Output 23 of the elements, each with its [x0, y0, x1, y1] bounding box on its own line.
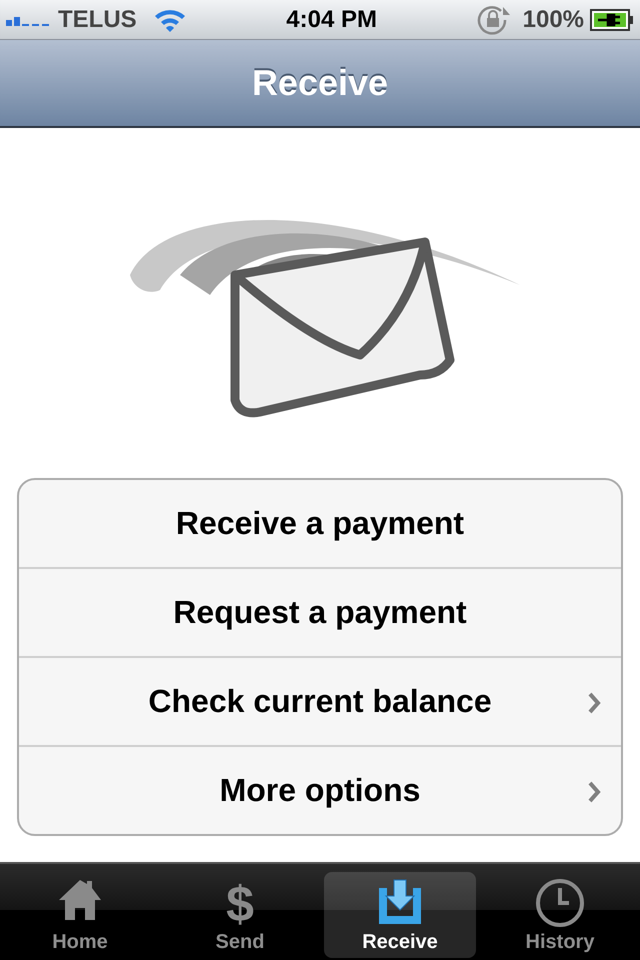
clock-time: 4:04 PM [286, 6, 377, 34]
tab-bar-item[interactable]: Receive [324, 872, 476, 958]
battery-charging-icon [590, 8, 634, 30]
menu-row[interactable]: More options [19, 747, 621, 834]
dollar-icon: $ [226, 878, 254, 930]
tab-bar-item[interactable]: Home [4, 872, 156, 958]
tab-bar-item[interactable]: $ Send [164, 872, 316, 958]
battery-percent: 100% [522, 6, 584, 34]
tab-label: Send [216, 931, 264, 954]
wifi-icon [152, 8, 187, 32]
nav-title: Receive [252, 62, 388, 104]
menu-row[interactable]: Check current balance [19, 658, 621, 747]
home-icon [57, 878, 103, 922]
rotation-lock-icon [476, 4, 511, 34]
clock-icon [535, 878, 585, 928]
tab-bar-item[interactable]: History [484, 872, 636, 958]
menu-row[interactable]: Request a payment [19, 569, 621, 658]
carrier-name: TELUS [58, 6, 137, 34]
tab-label: History [526, 931, 594, 954]
inbox-download-icon [377, 878, 423, 926]
menu-row[interactable]: Receive a payment [19, 480, 621, 569]
tab-label: Home [52, 931, 108, 954]
tab-label: Receive [362, 931, 438, 954]
